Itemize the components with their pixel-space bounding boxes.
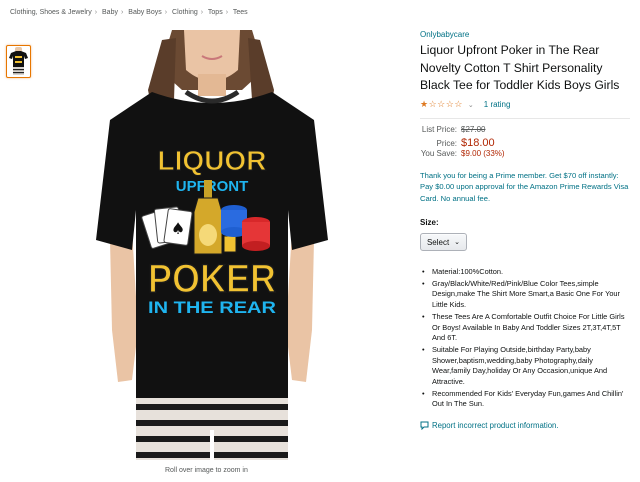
- product-thumbnail[interactable]: [6, 45, 31, 78]
- price-value: $18.00: [461, 136, 495, 149]
- graphic-poker: POKER: [148, 257, 276, 301]
- svg-text:♠: ♠: [171, 219, 185, 238]
- feature-bullet: Gray/Black/White/Red/Pink/Blue Color Tee…: [422, 279, 630, 311]
- size-label: Size:: [420, 218, 439, 227]
- breadcrumb-separator: ›: [200, 9, 204, 16]
- size-dropdown[interactable]: Select ⌄: [420, 233, 467, 251]
- breadcrumb-separator: ›: [120, 9, 124, 16]
- feature-bullets: Material:100%Cotton. Gray/Black/White/Re…: [420, 267, 630, 410]
- feature-bullet: Recommended For Kids' Everyday Fun,games…: [422, 389, 630, 410]
- face-shape: [184, 30, 240, 81]
- rating-row: ★ ☆ ☆ ☆ ☆ ⌄ 1 rating: [420, 100, 630, 110]
- feature-bullet: Suitable For Playing Outside,birthday Pa…: [422, 345, 630, 388]
- chevron-down-icon[interactable]: ⌄: [468, 101, 474, 109]
- price-block: List Price: $27.00 Price: $18.00 You Sav…: [420, 125, 630, 161]
- star-empty-icon: ☆: [445, 99, 454, 109]
- size-dropdown-value: Select: [426, 237, 450, 247]
- breadcrumb-separator: ›: [164, 9, 168, 16]
- price-label: Price:: [436, 138, 457, 148]
- left-arm: [110, 230, 138, 382]
- prime-offer-link[interactable]: Thank you for being a Prime member. Get …: [420, 170, 630, 205]
- price-row: Price: $18.00: [420, 137, 630, 149]
- rating-count-link[interactable]: 1 rating: [484, 100, 511, 109]
- star-filled-icon: ★: [420, 99, 429, 109]
- graphic-in-the-rear: IN THE REAR: [148, 298, 276, 317]
- breadcrumb-separator: ›: [225, 9, 229, 16]
- breadcrumb-separator: ›: [94, 9, 98, 16]
- breadcrumb-item[interactable]: Baby Boys: [128, 9, 161, 16]
- right-arm: [286, 230, 314, 382]
- product-details: Onlybabycare Liquor Upfront Poker in The…: [420, 30, 630, 431]
- breadcrumb-item[interactable]: Clothing: [172, 9, 198, 16]
- brand-link[interactable]: Onlybabycare: [420, 30, 630, 39]
- chevron-down-icon: ⌄: [454, 239, 461, 246]
- feature-bullet: Material:100%Cotton.: [422, 267, 630, 278]
- savings-row: You Save: $9.00 (33%): [420, 149, 630, 161]
- feature-bullet: These Tees Are A Comfortable Outfit Choi…: [422, 312, 630, 344]
- main-product-image[interactable]: LIQUOR UPFRONT ♠ POKER IN THE REAR: [92, 30, 332, 460]
- neck-shape: [198, 74, 226, 96]
- breadcrumb-item[interactable]: Baby: [102, 9, 118, 16]
- divider: [420, 117, 630, 119]
- speech-bubble-icon: [420, 421, 429, 431]
- breadcrumb-item[interactable]: Tees: [233, 9, 248, 16]
- star-rating[interactable]: ★ ☆ ☆ ☆ ☆: [420, 100, 463, 109]
- striped-leggings: [136, 398, 288, 460]
- report-link[interactable]: Report incorrect product information.: [420, 421, 630, 431]
- list-price-value: $27.00: [461, 124, 486, 134]
- breadcrumb-item[interactable]: Tops: [208, 9, 223, 16]
- zoom-hint: Roll over image to zoom in: [165, 467, 248, 474]
- breadcrumb-item[interactable]: Clothing, Shoes & Jewelry: [10, 9, 92, 16]
- list-price-row: List Price: $27.00: [420, 125, 630, 137]
- star-empty-icon: ☆: [428, 99, 437, 109]
- graphic-liquor: LIQUOR: [158, 145, 267, 176]
- star-empty-icon: ☆: [437, 99, 446, 109]
- list-price-label: List Price:: [421, 124, 457, 134]
- tshirt-thumbnail-icon: [9, 47, 28, 75]
- report-link-text: Report incorrect product information.: [432, 421, 559, 431]
- star-empty-icon: ☆: [454, 99, 463, 109]
- savings-value: $9.00 (33%): [461, 148, 505, 158]
- savings-label: You Save:: [420, 148, 457, 158]
- breadcrumb: Clothing, Shoes & Jewelry › Baby › Baby Bo…: [10, 9, 248, 16]
- product-title: Liquor Upfront Poker in The Rear Novelty…: [420, 43, 620, 92]
